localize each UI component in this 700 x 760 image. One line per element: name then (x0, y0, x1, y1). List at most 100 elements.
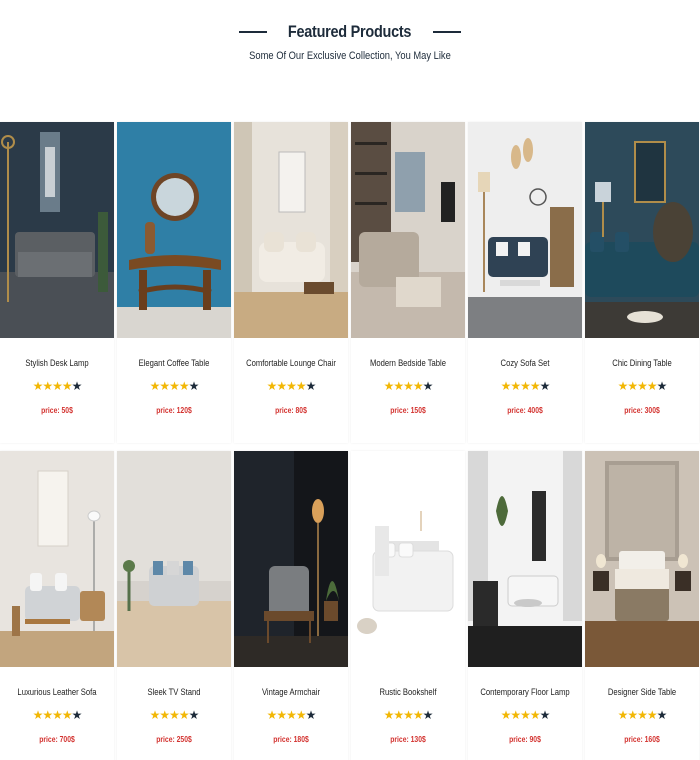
product-price: price: 700$ (39, 735, 75, 744)
product-card[interactable]: Luxurious Leather Sofa ★★★★★ price: 700$ (0, 451, 114, 760)
product-price: price: 400$ (507, 406, 543, 415)
star-filled-icon: ★ (403, 708, 414, 722)
section-title: Featured Products (288, 22, 412, 41)
star-filled-icon: ★ (510, 708, 521, 722)
product-name[interactable]: Elegant Coffee Table (126, 358, 223, 368)
product-price: price: 80$ (275, 406, 307, 415)
star-filled-icon: ★ (617, 379, 629, 393)
product-image[interactable] (351, 122, 465, 338)
product-name[interactable]: Stylish Desk Lamp (9, 358, 106, 368)
product-card[interactable]: Stylish Desk Lamp ★★★★★ price: 50$ (0, 122, 114, 443)
product-name[interactable]: Contemporary Floor Lamp (477, 687, 574, 697)
star-filled-icon: ★ (149, 708, 161, 722)
product-price: price: 50$ (41, 406, 73, 415)
product-price: price: 150$ (390, 406, 426, 415)
rating-stars: ★★★★★ (351, 709, 465, 721)
star-filled-icon: ★ (529, 379, 541, 393)
product-image[interactable] (234, 122, 348, 338)
star-filled-icon: ★ (266, 708, 278, 722)
title-line-right (432, 31, 461, 33)
product-name[interactable]: Modern Bedside Table (360, 358, 457, 368)
star-filled-icon: ★ (529, 708, 541, 722)
star-filled-icon: ★ (286, 379, 297, 393)
star-filled-icon: ★ (266, 379, 278, 393)
rating-stars: ★★★★★ (585, 380, 699, 392)
star-filled-icon: ★ (295, 708, 307, 722)
product-image[interactable] (0, 451, 114, 667)
rating-stars: ★★★★★ (117, 709, 231, 721)
star-empty-icon: ★ (656, 379, 668, 393)
star-filled-icon: ★ (646, 379, 658, 393)
rating-stars: ★★★★★ (234, 709, 348, 721)
product-card[interactable]: Designer Side Table ★★★★★ price: 160$ (585, 451, 699, 760)
featured-products-page: Featured Products Some Of Our Exclusive … (0, 0, 700, 760)
section-subtitle: Some Of Our Exclusive Collection, You Ma… (249, 50, 451, 62)
product-price: price: 130$ (390, 735, 426, 744)
product-card[interactable]: Modern Bedside Table ★★★★★ price: 150$ (351, 122, 465, 443)
star-filled-icon: ★ (637, 708, 648, 722)
product-name[interactable]: Rustic Bookshelf (360, 687, 457, 697)
star-filled-icon: ★ (393, 379, 404, 393)
star-filled-icon: ★ (178, 379, 190, 393)
star-filled-icon: ★ (178, 708, 190, 722)
star-filled-icon: ★ (520, 379, 531, 393)
product-image[interactable] (351, 451, 465, 667)
star-filled-icon: ★ (32, 708, 44, 722)
product-price: price: 160$ (624, 735, 660, 744)
product-grid: Stylish Desk Lamp ★★★★★ price: 50$ Elegant… (0, 122, 700, 760)
star-filled-icon: ★ (159, 379, 170, 393)
product-name[interactable]: Designer Side Table (594, 687, 691, 697)
star-filled-icon: ★ (276, 379, 287, 393)
star-filled-icon: ★ (383, 379, 395, 393)
star-filled-icon: ★ (61, 708, 73, 722)
product-image[interactable] (234, 451, 348, 667)
product-name[interactable]: Cozy Sofa Set (477, 358, 574, 368)
star-filled-icon: ★ (42, 379, 53, 393)
title-line-left (239, 31, 268, 33)
product-card[interactable]: Chic Dining Table ★★★★★ price: 300$ (585, 122, 699, 443)
product-image[interactable] (0, 122, 114, 338)
star-empty-icon: ★ (71, 708, 83, 722)
star-empty-icon: ★ (422, 708, 434, 722)
star-filled-icon: ★ (159, 708, 170, 722)
product-image[interactable] (468, 122, 582, 338)
star-empty-icon: ★ (656, 708, 668, 722)
product-price: price: 250$ (156, 735, 192, 744)
star-filled-icon: ★ (520, 708, 531, 722)
product-price: price: 300$ (624, 406, 660, 415)
star-filled-icon: ★ (637, 379, 648, 393)
product-name[interactable]: Comfortable Lounge Chair (243, 358, 340, 368)
star-filled-icon: ★ (510, 379, 521, 393)
rating-stars: ★★★★★ (0, 709, 114, 721)
product-image[interactable] (468, 451, 582, 667)
product-name[interactable]: Vintage Armchair (243, 687, 340, 697)
product-card[interactable]: Rustic Bookshelf ★★★★★ price: 130$ (351, 451, 465, 760)
product-image[interactable] (585, 451, 699, 667)
product-card[interactable]: Cozy Sofa Set ★★★★★ price: 400$ (468, 122, 582, 443)
product-image[interactable] (117, 122, 231, 338)
product-name[interactable]: Sleek TV Stand (126, 687, 223, 697)
product-image[interactable] (585, 122, 699, 338)
product-price: price: 180$ (273, 735, 309, 744)
star-filled-icon: ★ (149, 379, 161, 393)
star-filled-icon: ★ (42, 708, 53, 722)
star-filled-icon: ★ (646, 708, 658, 722)
product-card[interactable]: Vintage Armchair ★★★★★ price: 180$ (234, 451, 348, 760)
product-card[interactable]: Elegant Coffee Table ★★★★★ price: 120$ (117, 122, 231, 443)
product-card[interactable]: Contemporary Floor Lamp ★★★★★ price: 90$ (468, 451, 582, 760)
star-filled-icon: ★ (500, 379, 512, 393)
rating-stars: ★★★★★ (117, 380, 231, 392)
product-card[interactable]: Comfortable Lounge Chair ★★★★★ price: 80$ (234, 122, 348, 443)
star-empty-icon: ★ (539, 379, 551, 393)
star-filled-icon: ★ (52, 379, 63, 393)
product-name[interactable]: Luxurious Leather Sofa (9, 687, 106, 697)
star-filled-icon: ★ (627, 379, 638, 393)
product-name[interactable]: Chic Dining Table (594, 358, 691, 368)
product-image[interactable] (117, 451, 231, 667)
star-filled-icon: ★ (169, 379, 180, 393)
star-filled-icon: ★ (169, 708, 180, 722)
star-filled-icon: ★ (412, 379, 424, 393)
product-card[interactable]: Sleek TV Stand ★★★★★ price: 250$ (117, 451, 231, 760)
star-filled-icon: ★ (500, 708, 512, 722)
product-price: price: 90$ (509, 735, 541, 744)
